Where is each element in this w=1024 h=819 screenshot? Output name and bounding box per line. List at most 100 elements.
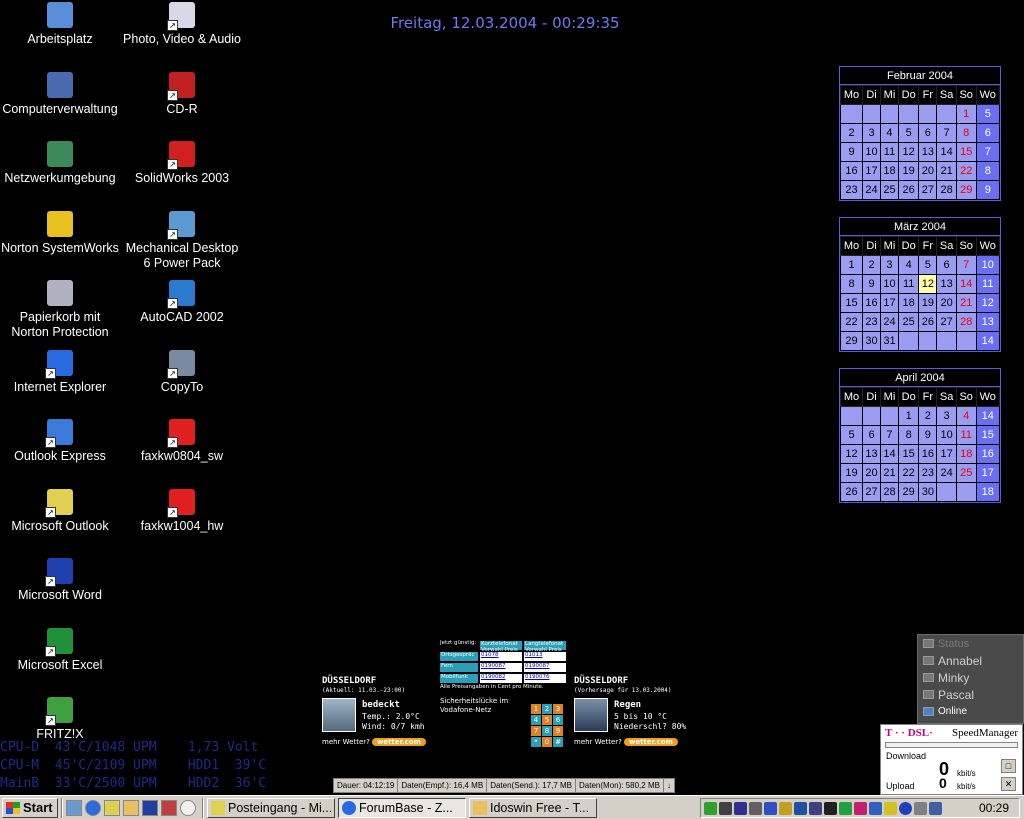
tray-icon[interactable] (914, 801, 927, 815)
calendar-day[interactable]: 3 (862, 123, 881, 143)
task-posteingang[interactable]: Posteingang - Mi... (207, 797, 335, 818)
calendar-day[interactable]: 13 (862, 444, 881, 464)
calendar-day[interactable]: 14 (955, 274, 977, 294)
calendar-day[interactable]: 27 (918, 180, 938, 200)
calendar-day[interactable]: 20 (936, 293, 957, 313)
internet-explorer-icon[interactable] (85, 799, 101, 816)
calendar-day[interactable]: 18 (880, 161, 899, 181)
desktop-icon-cd-r[interactable]: CD-R (122, 71, 242, 117)
calendar-day[interactable] (862, 406, 881, 426)
desktop-icon-media-folder[interactable]: Photo, Video & Audio (122, 2, 242, 47)
calendar-day[interactable]: 2 (862, 255, 881, 275)
keypad-key[interactable]: 7 (531, 726, 541, 736)
weather-right-more[interactable]: mehr Wetter? wetter.com (574, 738, 678, 746)
calendar-day[interactable]: 1 (955, 104, 977, 124)
calendar-day[interactable]: 14 (936, 142, 957, 162)
calendar-day[interactable]: 30 (918, 482, 938, 502)
desktop-icon-excel[interactable]: Microsoft Excel (0, 627, 120, 673)
calendar-day[interactable]: 15 (839, 293, 864, 313)
vodafone-ad[interactable]: Sicherheitslücke im Vodafone-Netz (440, 697, 525, 715)
media-player-icon[interactable] (180, 799, 196, 816)
calendar-day[interactable]: 30 (862, 331, 881, 351)
calendar-day[interactable]: 5 (897, 123, 920, 143)
calendar-day[interactable]: 6 (918, 123, 938, 143)
calendar-day[interactable]: 4 (880, 123, 899, 143)
tray-icon[interactable] (884, 801, 897, 815)
calendar-day[interactable]: 3 (880, 255, 899, 275)
calendar-day[interactable]: 25 (897, 312, 920, 332)
calendar-day[interactable]: 28 (955, 312, 977, 332)
desktop-icon-copyto[interactable]: CopyTo (122, 349, 242, 395)
calendar-day[interactable]: 12 (897, 142, 920, 162)
calendar-day[interactable] (918, 331, 938, 351)
keypad-key[interactable]: 6 (553, 715, 563, 725)
calendar-day[interactable]: 7 (936, 123, 957, 143)
weather-left-more[interactable]: mehr Wetter? wetter.com (322, 738, 426, 746)
calendar-day[interactable]: 2 (839, 123, 864, 143)
tariff-link[interactable]: 0190082 (480, 674, 522, 683)
calendar-day[interactable]: 11 (955, 425, 977, 445)
calendar-day[interactable]: 1 (839, 255, 864, 275)
calendar-day[interactable]: 11 (897, 274, 920, 294)
calendar-day[interactable]: 8 (839, 274, 864, 294)
calendar-day[interactable]: 2 (918, 406, 938, 426)
calendar-day[interactable]: 9 (862, 274, 881, 294)
calendar-day[interactable]: 15 (897, 444, 920, 464)
calendar-day[interactable]: 3 (936, 406, 957, 426)
calendar-day[interactable]: 29 (897, 482, 920, 502)
calendar-day[interactable]: 28 (936, 180, 957, 200)
tariff-link[interactable]: 0190087 (524, 663, 566, 672)
keypad-key[interactable]: 8 (542, 726, 552, 736)
tariff-link[interactable]: 0190087 (480, 663, 522, 672)
keypad-key[interactable]: * (531, 737, 541, 747)
calendar-day[interactable]: 21 (880, 463, 899, 483)
tariff-link[interactable]: 01078 (480, 652, 522, 661)
weather-right-badge[interactable]: wetter.com (623, 738, 678, 746)
calendar-day[interactable]: 22 (897, 463, 920, 483)
taskbar-clock[interactable]: 00:29 (979, 801, 1009, 815)
calendar-day[interactable]: 10 (936, 425, 957, 445)
desktop-icon-fritzx[interactable]: FRITZ!X (0, 697, 120, 742)
buddy-item[interactable]: Pascal (918, 686, 1023, 703)
calendar-day[interactable]: 19 (918, 293, 938, 313)
calendar-day[interactable]: 20 (918, 161, 938, 181)
calendar-day[interactable]: 4 (897, 255, 920, 275)
calendar-day[interactable]: 25 (955, 463, 977, 483)
tray-icon[interactable] (824, 801, 837, 815)
calendar-day[interactable]: 16 (839, 161, 864, 181)
calc-icon[interactable] (161, 799, 177, 816)
calendar-day[interactable]: 13 (936, 274, 957, 294)
tray-icon[interactable] (779, 801, 792, 815)
calendar-day[interactable] (880, 104, 899, 124)
calendar-day[interactable] (936, 331, 957, 351)
show-desktop-icon[interactable] (66, 799, 82, 816)
calendar-day[interactable]: 24 (880, 312, 899, 332)
desktop-icon-outlook-express[interactable]: Outlook Express (0, 419, 120, 464)
calendar-day[interactable]: 19 (897, 161, 920, 181)
keypad-key[interactable]: 9 (553, 726, 563, 736)
keypad-key[interactable]: # (553, 737, 563, 747)
buddy-item[interactable]: Annabel (918, 652, 1023, 669)
online-status[interactable]: Online (918, 703, 1023, 720)
tray-icon[interactable] (749, 801, 762, 815)
tray-icon[interactable] (854, 801, 867, 815)
calendar-day[interactable]: 17 (936, 444, 957, 464)
desktop-icon-norton[interactable]: Norton SystemWorks (0, 210, 120, 256)
calendar-day[interactable]: 29 (839, 331, 864, 351)
calendar-day[interactable]: 9 (918, 425, 938, 445)
calendar-day[interactable]: 9 (839, 142, 864, 162)
weather-right-more-text[interactable]: mehr Wetter? (574, 738, 622, 746)
calendar-day[interactable]: 26 (897, 180, 920, 200)
calendar-day[interactable]: 20 (862, 463, 881, 483)
calendar-day[interactable] (955, 331, 977, 351)
calendar-day[interactable]: 26 (918, 312, 938, 332)
calendar-day[interactable]: 24 (936, 463, 957, 483)
calendar-day[interactable]: 14 (880, 444, 899, 464)
desktop-icon-word[interactable]: Microsoft Word (0, 558, 120, 603)
calendar-day[interactable] (936, 482, 957, 502)
close-button[interactable]: ✕ (1001, 777, 1016, 791)
desktop-icon-recycle-bin[interactable]: Papierkorb mit Norton Protection (0, 280, 120, 340)
minimize-button[interactable]: □ (1001, 759, 1016, 773)
calendar-day[interactable]: 1 (897, 406, 920, 426)
keypad-key[interactable]: 2 (542, 704, 552, 714)
